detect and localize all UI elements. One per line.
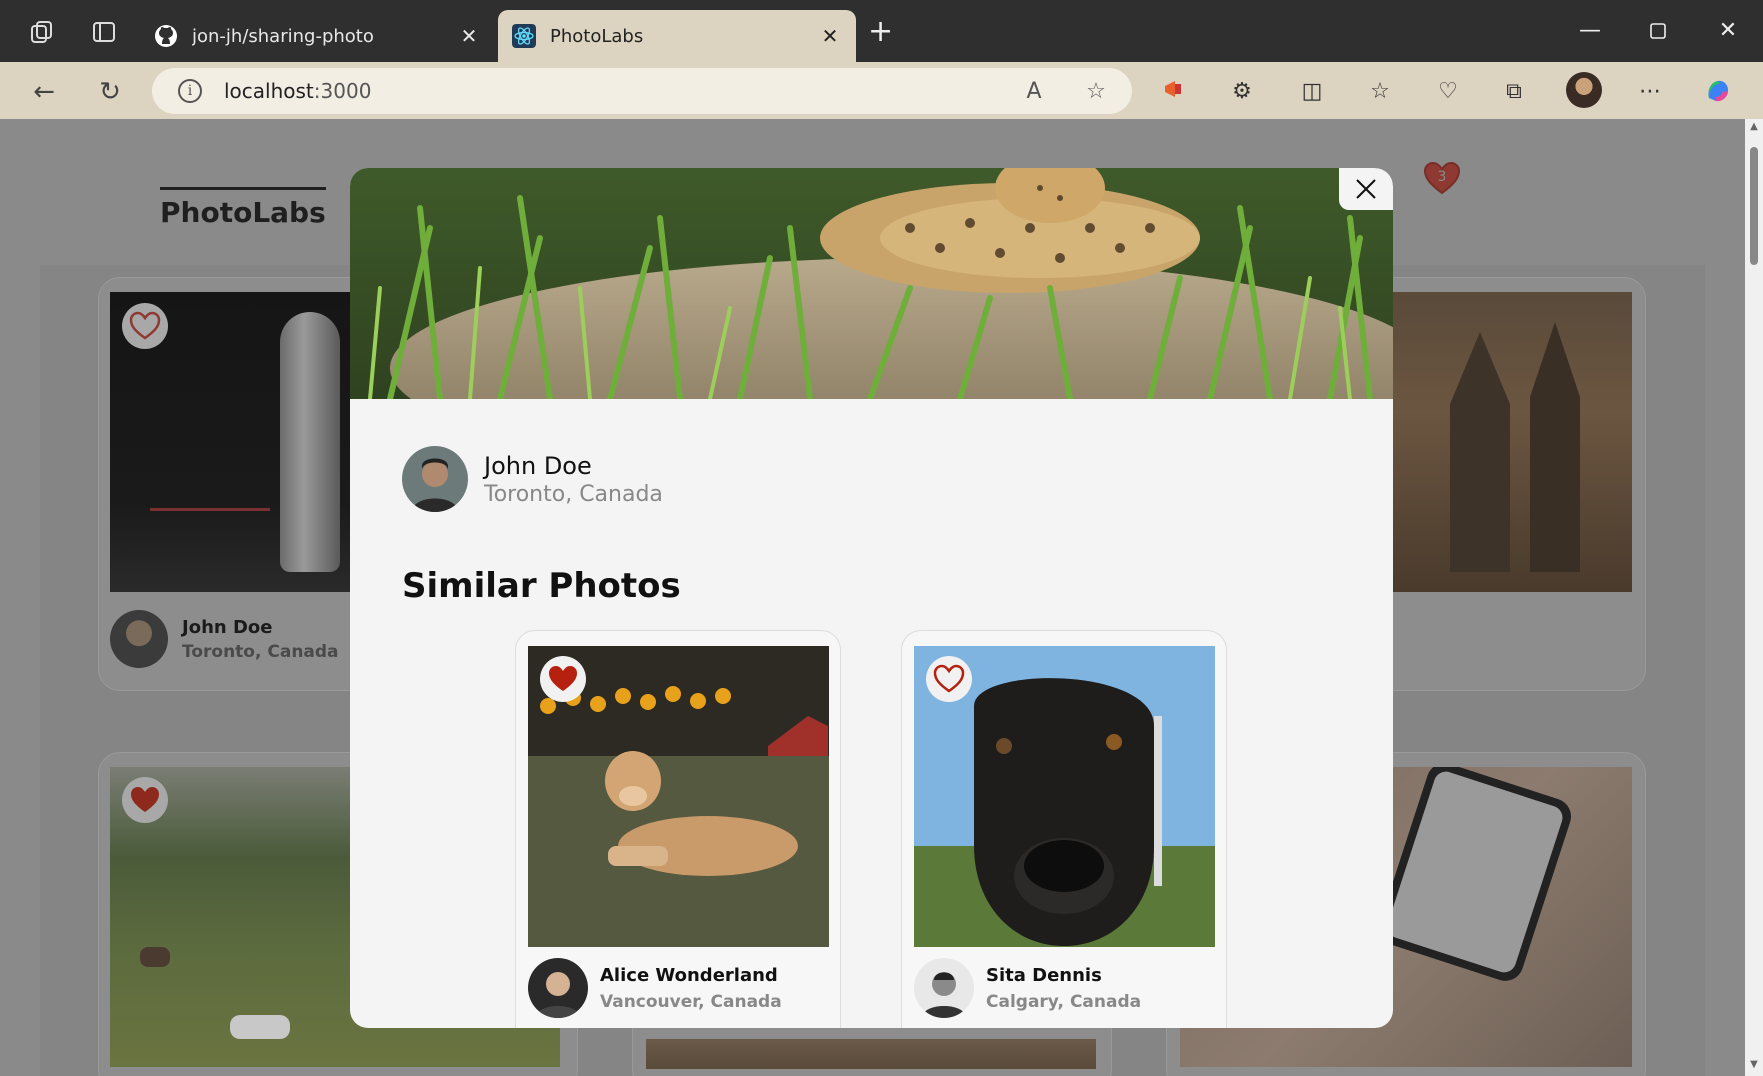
site-info-icon[interactable]: i: [178, 79, 202, 103]
collections-icon[interactable]: ⧉: [1498, 76, 1530, 108]
scroll-up-icon[interactable]: ▲: [1748, 121, 1760, 132]
avatar: [110, 610, 168, 668]
modal-photo-user: John Doe Toronto, Canada: [402, 446, 663, 512]
copilot-icon[interactable]: [1702, 76, 1734, 108]
user-name: Sita Dennis: [986, 964, 1102, 986]
similar-photo-card[interactable]: Sita Dennis Calgary, Canada: [901, 630, 1227, 1028]
refresh-icon[interactable]: ↻: [90, 72, 130, 112]
user-name: John Doe: [484, 451, 592, 480]
shopping-icon[interactable]: [1158, 76, 1190, 108]
back-icon[interactable]: ←: [24, 72, 64, 112]
favorites-heart-icon[interactable]: 3: [1422, 159, 1462, 199]
heart-filled-icon: [549, 666, 577, 691]
address-bar: ← ↻ i localhost:3000 A ☆ ⚙ ◫ ☆ ♡ ⧉ ⋯: [0, 62, 1763, 119]
photo-user: Sita Dennis Calgary, Canada: [914, 958, 1141, 1018]
user-location: Toronto, Canada: [484, 481, 663, 507]
page-scrollbar[interactable]: ▲ ▼: [1745, 119, 1763, 1076]
vertical-tabs-icon[interactable]: [90, 18, 118, 46]
user-name: Alice Wonderland: [600, 964, 778, 986]
tab-title: jon-jh/sharing-photo: [192, 25, 374, 47]
favorites-icon[interactable]: ☆: [1364, 76, 1396, 108]
favorites-count: 3: [1438, 169, 1447, 185]
browser-tab-bar: jon-jh/sharing-photo ✕ PhotoLabs ✕ + — ✕: [0, 0, 1763, 62]
user-location: Vancouver, Canada: [600, 991, 782, 1012]
photo-details-modal: John Doe Toronto, Canada Similar Photos: [350, 168, 1393, 1028]
split-screen-icon[interactable]: ◫: [1296, 76, 1328, 108]
avatar: [528, 958, 588, 1018]
like-button[interactable]: [540, 656, 586, 702]
tab-photolabs[interactable]: PhotoLabs ✕: [498, 10, 856, 62]
extensions-icon[interactable]: ⚙: [1226, 76, 1258, 108]
close-tab-icon[interactable]: ✕: [818, 24, 842, 48]
scroll-down-icon[interactable]: ▼: [1748, 1059, 1760, 1070]
react-icon: [512, 24, 536, 48]
like-button[interactable]: [122, 777, 168, 823]
url-text: localhost:3000: [224, 79, 372, 103]
url-field[interactable]: i localhost:3000 A ☆: [152, 68, 1132, 114]
user-name: John Doe: [182, 616, 273, 638]
like-button[interactable]: [122, 303, 168, 349]
browser-essentials-icon[interactable]: ♡: [1432, 76, 1464, 108]
more-menu-icon[interactable]: ⋯: [1634, 76, 1666, 108]
scrollbar-thumb[interactable]: [1750, 147, 1758, 265]
close-tab-icon[interactable]: ✕: [457, 24, 481, 48]
heart-outline-icon: [933, 664, 965, 693]
new-tab-icon[interactable]: +: [868, 17, 893, 47]
like-button[interactable]: [926, 656, 972, 702]
close-icon: [1356, 179, 1376, 199]
modal-main-photo: [350, 168, 1393, 399]
similar-photo-card[interactable]: Alice Wonderland Vancouver, Canada: [515, 630, 841, 1028]
profile-avatar[interactable]: [1566, 72, 1602, 108]
app-logo[interactable]: PhotoLabs: [160, 187, 326, 229]
avatar: [402, 446, 468, 512]
user-location: Calgary, Canada: [986, 991, 1142, 1012]
workspaces-icon[interactable]: [28, 18, 56, 46]
minimize-icon[interactable]: —: [1570, 14, 1610, 48]
similar-photos-heading: Similar Photos: [402, 566, 681, 606]
read-aloud-icon[interactable]: A: [1020, 78, 1048, 106]
maximize-icon[interactable]: [1638, 14, 1678, 48]
close-window-icon[interactable]: ✕: [1708, 14, 1748, 48]
github-icon: [154, 24, 178, 48]
photo-user: John Doe Toronto, Canada: [110, 610, 339, 668]
photo-image[interactable]: [646, 1039, 1096, 1069]
favorite-star-icon[interactable]: ☆: [1082, 78, 1110, 106]
avatar: [914, 958, 974, 1018]
user-location: Toronto, Canada: [182, 641, 339, 662]
photo-user: Alice Wonderland Vancouver, Canada: [528, 958, 782, 1018]
tab-title: PhotoLabs: [550, 25, 644, 47]
close-modal-button[interactable]: [1339, 168, 1393, 210]
tab-github[interactable]: jon-jh/sharing-photo ✕: [140, 10, 495, 62]
